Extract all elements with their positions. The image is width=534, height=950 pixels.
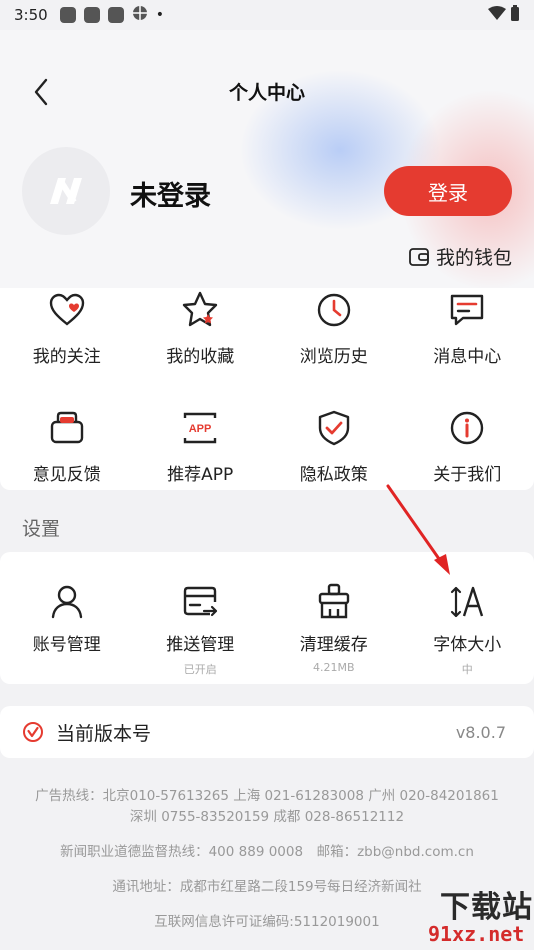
profile-header: 个人中心 未登录 登录 我的钱包 bbox=[0, 30, 534, 288]
grid-item-label: 意见反馈 bbox=[32, 465, 101, 485]
heart-icon bbox=[49, 293, 84, 326]
settings-item-account[interactable]: 账号管理 bbox=[0, 552, 134, 675]
grid-item-label: 隐私政策 bbox=[299, 465, 368, 485]
version-row[interactable]: 当前版本号 v8.0.7 bbox=[0, 706, 534, 758]
shield-icon bbox=[318, 410, 349, 446]
status-time: 3:50 bbox=[14, 6, 48, 24]
settings-item-label: 字体大小 bbox=[433, 635, 502, 655]
settings-section-title: 设置 bbox=[22, 518, 61, 540]
grid-item-recommend-app[interactable]: APP 推荐APP bbox=[134, 406, 268, 490]
star-icon bbox=[183, 291, 218, 327]
watermark-url: 91xz.net bbox=[428, 922, 525, 946]
ad-hotline-2: 深圳 0755-83520159 成都 028-86512112 bbox=[129, 809, 405, 825]
broom-icon bbox=[318, 583, 349, 619]
push-icon bbox=[184, 586, 218, 617]
settings-status-icon bbox=[132, 5, 148, 25]
settings-item-sub: 已开启 bbox=[183, 663, 217, 676]
watermark-text: 下载站 bbox=[440, 890, 533, 925]
page-title: 个人中心 bbox=[228, 82, 305, 104]
notification-icon bbox=[59, 7, 76, 23]
font-size-icon bbox=[451, 586, 484, 618]
version-check-icon bbox=[23, 722, 43, 742]
feature-grid: 我的关注 我的收藏 浏览历史 消息中心 意见反馈 APP 推荐APP 隐私政策 … bbox=[0, 288, 534, 490]
settings-item-push[interactable]: 推送管理 已开启 bbox=[134, 552, 268, 676]
username[interactable]: 未登录 bbox=[130, 174, 211, 213]
wallet-link[interactable]: 我的钱包 bbox=[408, 243, 512, 270]
feedback-icon bbox=[50, 411, 83, 444]
svg-text:APP: APP bbox=[189, 423, 212, 435]
watermark-logo: 下载站 91xz.net bbox=[412, 880, 534, 950]
info-icon bbox=[451, 411, 484, 445]
grid-item-feedback[interactable]: 意见反馈 bbox=[0, 406, 134, 490]
settings-item-label: 清理缓存 bbox=[299, 635, 368, 655]
grid-item-label: 推荐APP bbox=[167, 465, 234, 485]
grid-item-about[interactable]: 关于我们 bbox=[401, 406, 534, 490]
message-icon bbox=[451, 294, 484, 326]
more-notifications-dot: • bbox=[155, 7, 164, 23]
ad-hotline: 广告热线：北京010-57613265 上海 021-61283008 广州 0… bbox=[35, 788, 499, 804]
settings-item-sub: 中 bbox=[461, 663, 473, 676]
grid-item-label: 我的收藏 bbox=[166, 347, 235, 367]
nav-bar: 个人中心 bbox=[0, 72, 534, 112]
login-button[interactable]: 登录 bbox=[384, 166, 512, 216]
user-icon bbox=[51, 585, 82, 619]
grid-item-privacy[interactable]: 隐私政策 bbox=[267, 406, 401, 490]
settings-item-label: 推送管理 bbox=[166, 635, 235, 655]
notification-icon bbox=[83, 7, 100, 23]
clock-icon bbox=[317, 293, 350, 327]
grid-item-label: 消息中心 bbox=[433, 347, 502, 367]
default-avatar-icon bbox=[50, 178, 82, 204]
grid-item-label: 我的关注 bbox=[32, 347, 101, 367]
wallet-label: 我的钱包 bbox=[435, 247, 512, 269]
settings-item-sub: 4.21MB bbox=[312, 661, 355, 674]
status-bar: 3:50 • bbox=[0, 0, 534, 30]
annotation-arrow bbox=[386, 484, 450, 575]
ethics-hotline: 新闻职业道德监督热线：400 889 0008 邮箱：zbb@nbd.com.c… bbox=[60, 844, 474, 860]
avatar[interactable] bbox=[22, 147, 110, 235]
grid-item-favorites[interactable]: 我的收藏 bbox=[134, 288, 268, 406]
wallet-icon bbox=[409, 247, 429, 266]
grid-item-label: 浏览历史 bbox=[299, 347, 368, 367]
grid-item-follow[interactable]: 我的关注 bbox=[0, 288, 134, 406]
wifi-icon bbox=[488, 6, 506, 24]
grid-item-messages[interactable]: 消息中心 bbox=[401, 288, 534, 406]
version-label: 当前版本号 bbox=[56, 722, 152, 745]
notification-icon bbox=[107, 7, 124, 23]
app-icon: APP bbox=[184, 412, 217, 444]
settings-item-label: 账号管理 bbox=[32, 635, 101, 655]
version-value: v8.0.7 bbox=[455, 722, 506, 742]
battery-icon bbox=[510, 5, 520, 25]
grid-item-history[interactable]: 浏览历史 bbox=[267, 288, 401, 406]
